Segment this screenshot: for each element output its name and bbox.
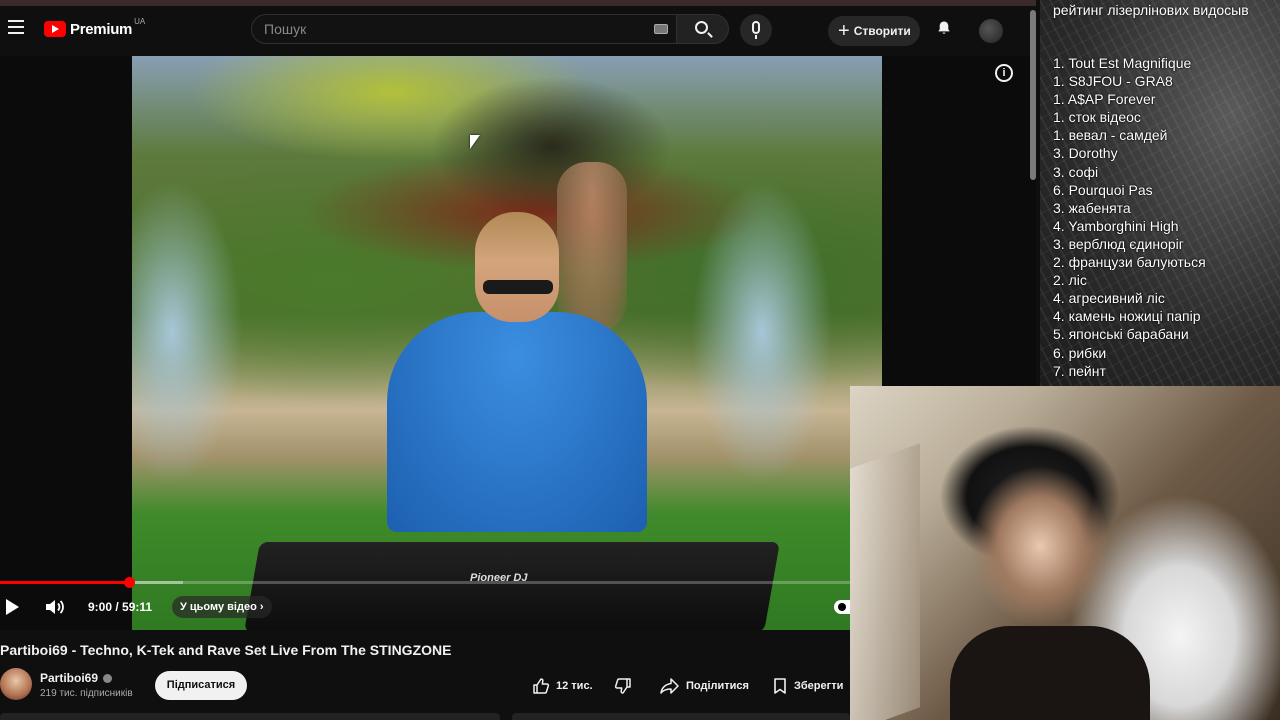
- rating-list-item: 4. камень ножиці папір: [1053, 308, 1201, 325]
- create-label: Створити: [853, 24, 911, 38]
- webcam-overlay: [850, 386, 1280, 720]
- video-title: Partiboi69 - Techno, K-Tek and Rave Set …: [0, 642, 452, 658]
- rating-list-item: 4. агресивний ліс: [1053, 290, 1165, 307]
- video-frame[interactable]: Pioneer DJ: [132, 52, 882, 630]
- save-button[interactable]: Зберегти: [772, 672, 852, 700]
- channel-name[interactable]: Partiboi69: [40, 671, 113, 685]
- rating-list-item: 3. Dorothy: [1053, 145, 1118, 162]
- thumbs-up-icon: [533, 678, 550, 694]
- rating-list-item: 4. Yamborghini High: [1053, 217, 1179, 234]
- rating-list-item: 2. французи балуються: [1053, 254, 1206, 271]
- rating-list-item: 1. A$AP Forever: [1053, 91, 1156, 108]
- rating-list-item: 1. Tout Est Magnifique: [1053, 55, 1192, 71]
- rating-list: 1. Tout Est Magnifique 1. S8JFOU - GRA8 1.…: [1053, 54, 1206, 380]
- volume-icon[interactable]: [44, 598, 66, 616]
- logo-region: UA: [134, 16, 146, 26]
- youtube-logo[interactable]: Premium UA: [44, 16, 146, 40]
- share-label: Поділитися: [686, 680, 749, 692]
- search-input[interactable]: [252, 15, 632, 43]
- account-avatar[interactable]: [979, 19, 1003, 43]
- chevron-right-icon: ›: [259, 601, 264, 613]
- rating-list-item: 5. японські барабани: [1053, 326, 1189, 343]
- bell-icon[interactable]: [936, 20, 952, 36]
- dislike-button[interactable]: [614, 672, 642, 700]
- play-icon[interactable]: [6, 599, 19, 615]
- subscriber-count: 219 тис. підписників: [40, 688, 133, 699]
- save-label: Зберегти: [794, 680, 844, 692]
- mouse-cursor: [470, 135, 480, 149]
- subscribe-button[interactable]: Підписатися: [155, 671, 247, 700]
- video-mixer: [244, 542, 780, 630]
- comments-edge: [512, 713, 850, 720]
- search-icon: [695, 21, 708, 34]
- like-button[interactable]: 12 тис.: [532, 672, 602, 700]
- rating-list-item: 3. софі: [1053, 163, 1099, 180]
- rating-overlay: рейтинг лізерлінових видосыв 1. Tout Est…: [1040, 0, 1280, 386]
- share-icon: [660, 678, 679, 694]
- rating-list-item: 6. Pourquoi Pas: [1053, 181, 1153, 198]
- rating-list-item: 2. ліс: [1053, 272, 1087, 289]
- thumbs-down-icon: [614, 678, 631, 694]
- video-dj: [387, 192, 647, 532]
- rating-list-item: 1. сток відеос: [1053, 109, 1141, 126]
- channel-avatar[interactable]: [0, 668, 32, 700]
- bookmark-icon: [774, 678, 786, 694]
- time-display: 9:00 / 59:11: [88, 600, 153, 614]
- rating-title: рейтинг лізерлінових видосыв: [1053, 2, 1249, 18]
- search-button[interactable]: [677, 14, 729, 44]
- top-bar: Premium UA + Створити: [0, 0, 1036, 56]
- rating-list-item: 3. верблюд єдиноріг: [1053, 235, 1184, 252]
- channel-name-text[interactable]: Partiboi69: [40, 671, 98, 685]
- rating-list-item: 6. рибки: [1053, 344, 1107, 361]
- rating-list-item: 1. S8JFOU - GRA8: [1053, 73, 1173, 90]
- progress-played: [0, 581, 130, 584]
- info-icon[interactable]: i: [995, 64, 1013, 82]
- menu-icon[interactable]: [6, 16, 26, 40]
- rating-list-item: 7. пейнт: [1053, 362, 1106, 379]
- voice-search-button[interactable]: [740, 14, 772, 46]
- create-button[interactable]: + Створити: [828, 16, 920, 46]
- rating-list-item: 3. жабенята: [1053, 199, 1131, 216]
- page-scrollbar[interactable]: [1030, 10, 1036, 180]
- rating-list-item: 1. вевал - самдей: [1053, 127, 1168, 144]
- plus-icon: +: [838, 20, 850, 42]
- keyboard-icon[interactable]: [654, 24, 668, 34]
- chapters-label: У цьому відео: [180, 601, 257, 613]
- youtube-play-logo-icon: [44, 21, 66, 37]
- share-button[interactable]: Поділитися: [660, 672, 760, 700]
- logo-text: Premium: [70, 20, 133, 38]
- screen: Pioneer DJ i Premium UA + Створити: [0, 0, 1280, 720]
- search-box: [251, 14, 677, 44]
- autoplay-toggle[interactable]: [834, 600, 850, 614]
- mic-icon: [752, 21, 760, 34]
- verified-icon: [103, 674, 113, 684]
- progress-bar[interactable]: [0, 577, 850, 588]
- chapters-chip[interactable]: У цьому відео ›: [172, 596, 272, 618]
- like-count: 12 тис.: [556, 680, 593, 692]
- description-edge: [0, 713, 500, 720]
